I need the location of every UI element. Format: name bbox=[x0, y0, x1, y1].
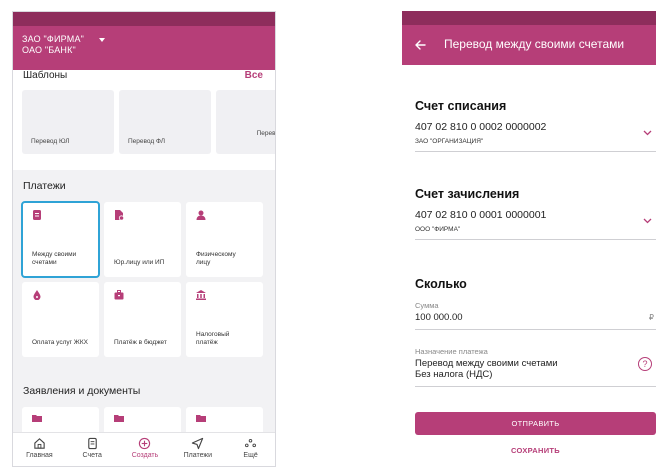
payment-card-label: Юр.лицу или ИП bbox=[114, 259, 165, 266]
app-bar: Перевод между своими счетами bbox=[402, 25, 656, 65]
chevron-down-icon bbox=[643, 218, 652, 224]
documents-section: Заявления и документы bbox=[13, 375, 275, 437]
folder-icon bbox=[114, 415, 124, 422]
currency-symbol: ₽ bbox=[648, 313, 654, 322]
templates-section: Шаблоны Все Перевод ЮЛ Перевод ФЛ Перево… bbox=[13, 70, 275, 170]
document-icon bbox=[33, 210, 41, 220]
template-label: Перевод между счетами bbox=[256, 130, 276, 137]
purpose-label: Назначение платежа bbox=[415, 347, 488, 356]
payments-section: Платежи Между своими счетами Юр.лицу или… bbox=[13, 170, 275, 357]
divider bbox=[415, 386, 656, 387]
person-icon bbox=[196, 210, 206, 220]
payment-card-own-accounts[interactable]: Между своими счетами bbox=[21, 201, 100, 278]
debit-account-owner: ЗАО "ОРГАНИЗАЦИЯ" bbox=[415, 138, 484, 145]
company-name: ЗАО "ФИРМА" bbox=[22, 34, 85, 44]
template-label: Перевод ФЛ bbox=[128, 138, 165, 145]
send-button[interactable]: ОТПРАВИТЬ bbox=[415, 412, 656, 435]
nav-label: Ещё bbox=[243, 452, 258, 459]
nav-item-accounts[interactable]: Счета bbox=[66, 433, 119, 466]
debit-heading: Счет списания bbox=[415, 99, 507, 113]
nav-item-create[interactable]: Создать bbox=[119, 433, 172, 466]
nav-item-payments[interactable]: Платежи bbox=[171, 433, 224, 466]
folder-icon bbox=[196, 415, 206, 422]
nav-label: Счета bbox=[82, 452, 102, 459]
payment-card-legal-entity[interactable]: Юр.лицу или ИП bbox=[104, 202, 181, 277]
amount-heading: Сколько bbox=[415, 277, 467, 291]
nav-item-more[interactable]: Ещё bbox=[224, 433, 275, 466]
credit-heading: Счет зачисления bbox=[415, 187, 520, 201]
right-phone-screen: Перевод между своими счетами Счет списан… bbox=[402, 11, 656, 467]
payment-card-label: Физическому лицу bbox=[196, 251, 236, 266]
amount-section: Сколько bbox=[415, 277, 656, 291]
credit-account-owner: ООО "ФИРМА" bbox=[415, 226, 461, 233]
chevron-down-icon bbox=[643, 130, 652, 136]
bank-icon bbox=[196, 290, 206, 300]
bottom-navigation: Главная Счета Создать Платежи Ещё bbox=[13, 432, 275, 466]
amount-field[interactable]: Сумма 100 000.00 ₽ bbox=[415, 301, 656, 330]
purpose-line-2: Без налога (НДС) bbox=[415, 369, 493, 380]
payment-card-budget[interactable]: Платёж в бюджет bbox=[104, 282, 181, 357]
page-title: Перевод между своими счетами bbox=[444, 37, 625, 51]
template-label: Перевод ЮЛ bbox=[31, 138, 70, 145]
templates-title: Шаблоны bbox=[23, 70, 68, 81]
folder-icon bbox=[32, 415, 42, 422]
plus-circle-icon bbox=[139, 437, 151, 450]
template-card[interactable]: Перевод между счетами bbox=[216, 90, 276, 154]
nav-label: Платежи bbox=[183, 452, 212, 459]
payment-card-individual[interactable]: Физическому лицу bbox=[186, 202, 263, 277]
template-card[interactable]: Перевод ФЛ bbox=[119, 90, 211, 154]
back-arrow-icon[interactable] bbox=[414, 39, 426, 51]
nav-item-home[interactable]: Главная bbox=[13, 433, 66, 466]
left-phone-screen: ЗАО "ФИРМА" ОАО "БАНК" Шаблоны Все Перев… bbox=[12, 11, 276, 467]
nav-label: Главная bbox=[26, 452, 53, 459]
credit-account-number: 407 02 810 0 0001 0000001 bbox=[415, 209, 547, 221]
divider bbox=[415, 239, 656, 240]
credit-account-select[interactable]: Счет зачисления 407 02 810 0 0001 000000… bbox=[415, 187, 656, 240]
help-icon[interactable]: ? bbox=[638, 357, 652, 371]
debit-account-number: 407 02 810 0 0002 0000002 bbox=[415, 121, 547, 133]
chevron-down-icon bbox=[99, 38, 105, 42]
accounts-icon bbox=[87, 437, 97, 450]
payment-card-label: Оплата услуг ЖКХ bbox=[32, 339, 88, 346]
debit-account-select[interactable]: Счет списания 407 02 810 0 0002 0000002 … bbox=[415, 99, 656, 152]
save-button[interactable]: СОХРАНИТЬ bbox=[415, 446, 656, 462]
send-icon bbox=[192, 437, 204, 450]
documents-title: Заявления и документы bbox=[23, 385, 141, 397]
status-bar bbox=[402, 11, 656, 25]
divider bbox=[415, 151, 656, 152]
briefcase-icon bbox=[114, 290, 124, 300]
templates-all-link[interactable]: Все bbox=[245, 70, 263, 81]
template-card[interactable]: Перевод ЮЛ bbox=[22, 90, 114, 154]
amount-value: 100 000.00 bbox=[415, 312, 463, 323]
nav-label: Создать bbox=[131, 452, 159, 459]
payment-card-label: Платёж в бюджет bbox=[114, 339, 167, 346]
payment-card-label: Налоговый платёж bbox=[196, 331, 230, 346]
file-person-icon bbox=[115, 210, 124, 220]
company-switcher[interactable]: ЗАО "ФИРМА" ОАО "БАНК" bbox=[13, 26, 275, 70]
payment-card-label: Между своими счетами bbox=[32, 251, 77, 266]
purpose-line-1: Перевод между своими счетами bbox=[415, 358, 558, 369]
purpose-field[interactable]: Назначение платежа Перевод между своими … bbox=[415, 347, 656, 387]
drop-icon bbox=[33, 290, 41, 300]
payment-card-utilities[interactable]: Оплата услуг ЖКХ bbox=[22, 282, 99, 357]
payment-card-tax[interactable]: Налоговый платёж bbox=[186, 282, 263, 357]
bank-name: ОАО "БАНК" bbox=[22, 45, 76, 55]
more-icon bbox=[245, 438, 257, 448]
status-bar bbox=[13, 12, 275, 26]
payments-title: Платежи bbox=[23, 180, 66, 192]
home-icon bbox=[34, 438, 45, 449]
amount-label: Сумма bbox=[415, 301, 439, 310]
divider bbox=[415, 329, 656, 330]
